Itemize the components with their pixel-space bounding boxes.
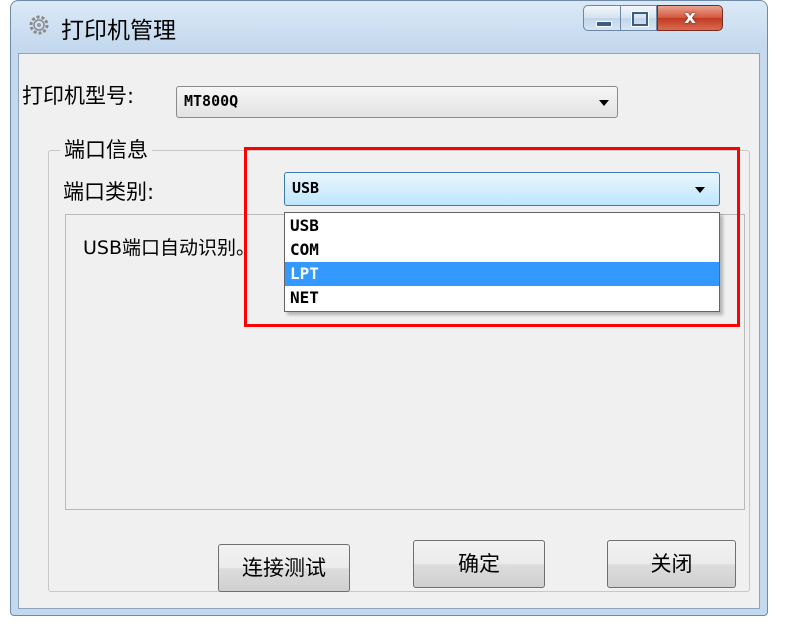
settings-icon — [29, 15, 49, 35]
dialog-body: 打印机型号: MT800Q 端口信息 端口类别: USB USB端口自动识别。 … — [18, 53, 760, 609]
title-bar[interactable]: 打印机管理 x — [11, 1, 767, 53]
connection-test-button[interactable]: 连接测试 — [218, 544, 350, 592]
chevron-down-icon — [599, 100, 609, 106]
ok-button[interactable]: 确定 — [413, 540, 545, 588]
printer-model-value: MT800Q — [184, 92, 239, 110]
printer-management-window: 打印机管理 x 打印机型号: MT800Q 端口信息 端口类别: USB USB… — [10, 0, 768, 616]
annotation-highlight-box — [244, 147, 740, 327]
port-info-title: 端口信息 — [60, 134, 152, 164]
minimize-icon — [596, 21, 612, 27]
close-window-button[interactable]: x — [657, 5, 723, 31]
maximize-icon — [631, 11, 649, 27]
printer-model-select[interactable]: MT800Q — [176, 86, 618, 118]
printer-model-label: 打印机型号: — [22, 84, 135, 108]
auto-detect-message: USB端口自动识别。 — [83, 237, 256, 259]
minimize-button[interactable] — [583, 5, 621, 31]
close-icon: x — [684, 7, 696, 28]
close-button[interactable]: 关闭 — [607, 540, 736, 588]
port-type-label: 端口类别: — [63, 180, 155, 204]
maximize-button[interactable] — [621, 5, 657, 31]
window-title: 打印机管理 — [61, 18, 176, 44]
